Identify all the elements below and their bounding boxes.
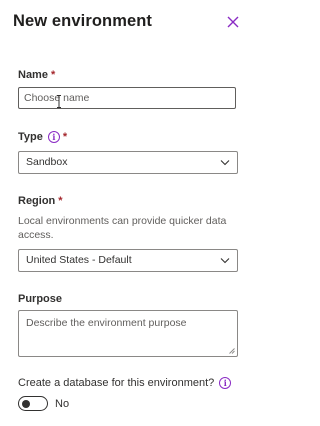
required-mark: * [62, 131, 68, 143]
database-label-text: Create a database for this environment? [18, 377, 215, 389]
info-icon[interactable]: i [47, 131, 60, 143]
purpose-label: Purpose [18, 293, 62, 305]
region-select-value: United States - Default [26, 254, 132, 266]
type-select-value: Sandbox [26, 156, 68, 168]
toggle-state-text: No [55, 398, 70, 410]
region-label-text: Region [18, 195, 56, 207]
chevron-down-icon [220, 258, 230, 264]
chevron-down-icon [220, 160, 230, 166]
close-icon[interactable] [227, 16, 239, 28]
required-mark: * [50, 69, 56, 81]
database-toggle[interactable] [18, 396, 48, 411]
type-label: Type i * [18, 131, 67, 143]
region-label: Region * [18, 195, 63, 207]
resize-handle-icon[interactable] [229, 348, 235, 354]
region-help-text: Local environments can provide quicker d… [18, 215, 227, 241]
name-input[interactable]: Choose name [18, 87, 236, 109]
type-select[interactable]: Sandbox [18, 151, 238, 174]
database-label: Create a database for this environment? i [18, 377, 232, 389]
name-label-text: Name [18, 69, 48, 81]
panel-title: New environment [13, 12, 153, 30]
region-select[interactable]: United States - Default [18, 249, 238, 272]
purpose-textarea[interactable]: Describe the environment purpose [18, 310, 238, 357]
text-cursor-icon [57, 95, 61, 108]
required-mark: * [58, 195, 63, 207]
toggle-knob [22, 399, 30, 408]
purpose-label-text: Purpose [18, 293, 63, 305]
name-label: Name * [18, 69, 55, 81]
type-label-text: Type [18, 131, 43, 143]
info-icon[interactable]: i [219, 377, 232, 389]
purpose-placeholder: Describe the environment purpose [26, 317, 187, 329]
